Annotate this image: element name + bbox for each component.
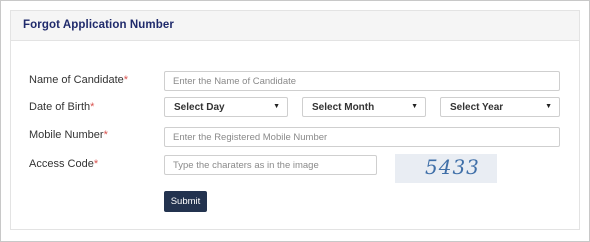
required-mark: * — [93, 158, 99, 170]
caret-down-icon: ▼ — [411, 103, 418, 110]
name-label: Name of Candidate* — [29, 74, 128, 86]
panel-header: Forgot Application Number — [11, 11, 579, 41]
access-code-label: Access Code* — [29, 158, 98, 170]
captcha-image: 5433 — [395, 154, 497, 183]
caret-down-icon: ▼ — [273, 103, 280, 110]
dob-label-text: Date of Birth — [29, 101, 91, 113]
month-select[interactable]: Select Month ▼ — [302, 97, 426, 117]
month-select-value: Select Month — [312, 102, 375, 113]
dob-label: Date of Birth* — [29, 101, 94, 113]
required-mark: * — [123, 74, 129, 86]
name-label-text: Name of Candidate — [29, 74, 124, 86]
day-select[interactable]: Select Day ▼ — [164, 97, 288, 117]
mobile-label-text: Mobile Number — [29, 129, 104, 141]
mobile-label: Mobile Number* — [29, 129, 108, 141]
required-mark: * — [90, 101, 95, 113]
year-select[interactable]: Select Year ▼ — [440, 97, 560, 117]
candidate-name-input[interactable] — [164, 71, 560, 91]
mobile-number-input[interactable] — [164, 127, 560, 147]
submit-button[interactable]: Submit — [164, 191, 207, 212]
caret-down-icon: ▼ — [545, 103, 552, 110]
access-code-input[interactable] — [164, 155, 377, 175]
day-select-value: Select Day — [174, 102, 225, 113]
captcha-text: 5433 — [425, 155, 480, 179]
access-code-label-text: Access Code — [29, 158, 94, 170]
page-frame: Forgot Application Number Name of Candid… — [0, 0, 590, 242]
year-select-value: Select Year — [450, 102, 504, 113]
panel-title: Forgot Application Number — [23, 19, 174, 31]
forgot-application-panel: Forgot Application Number Name of Candid… — [10, 10, 580, 230]
required-mark: * — [103, 129, 108, 141]
